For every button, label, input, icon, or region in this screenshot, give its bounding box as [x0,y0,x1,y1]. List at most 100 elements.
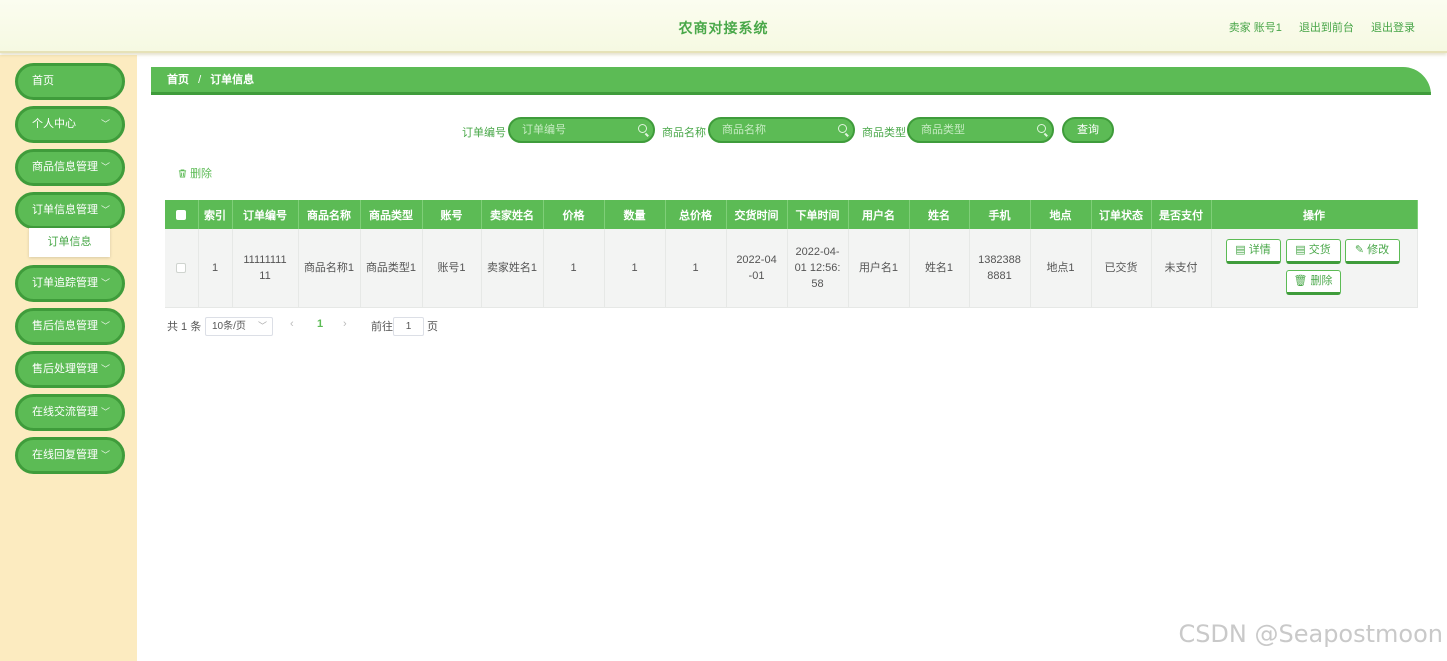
column-header: 卖家姓名 [481,200,544,229]
prev-page-button[interactable]: ‹ [290,318,294,330]
table-cell: 1 [543,229,605,308]
breadcrumb-current: 订单信息 [210,74,255,86]
table-cell: 商品类型1 [360,229,423,308]
column-header: 总价格 [665,200,727,229]
header-user-actions: 卖家 账号1 退出到前台 退出登录 [1229,19,1415,35]
delete-button[interactable]: 🗑︎ 删除 [1285,270,1341,295]
column-header: 订单状态 [1091,200,1152,229]
column-header: 地点 [1030,200,1092,229]
chevron-down-icon: ﹀ [100,321,110,331]
chevron-down-icon: ﹀ [100,407,110,417]
sidebar-item-label: 售后信息管理 [32,320,98,332]
sidebar-item-product-management[interactable]: 商品信息管理 ﹀ [15,149,125,186]
table-cell: 1111111111 [232,229,299,308]
order-no-label: 订单编号 [462,127,506,139]
sidebar-item-label: 首页 [32,75,54,87]
actions-cell: ▤ 详情 ▤ 交货 ✎ 修改 🗑︎ 删除 [1211,229,1418,308]
delete-label: 删除 [1310,275,1333,287]
row-checkbox[interactable] [176,263,187,274]
current-page-number[interactable]: 1 [317,318,323,330]
chevron-down-icon: ﹀ [100,364,110,374]
chevron-down-icon: ﹀ [257,321,267,331]
sidebar-subitem-order-info[interactable]: 订单信息 [29,228,110,257]
search-icon [1037,124,1046,133]
sidebar-item-order-tracking[interactable]: 订单追踪管理 ﹀ [15,265,125,302]
sidebar-item-order-management[interactable]: 订单信息管理 ﹀ [15,192,125,229]
chevron-down-icon: ﹀ [100,205,110,215]
next-page-button[interactable]: › [343,318,347,330]
table-cell: 商品名称1 [298,229,361,308]
deliver-button[interactable]: ▤ 交货 [1285,239,1341,264]
sidebar-item-label: 个人中心 [32,118,76,130]
table-cell: 1 [604,229,666,308]
column-header: 姓名 [909,200,970,229]
pencil-icon: ✎ [1354,244,1365,256]
column-header: 商品名称 [298,200,361,229]
sidebar-item-after-sales-info[interactable]: 售后信息管理 ﹀ [15,308,125,345]
batch-delete-button[interactable]: 删除 [178,165,212,181]
edit-button[interactable]: ✎ 修改 [1344,239,1400,264]
sidebar-item-personal-center[interactable]: 个人中心 ﹀ [15,106,125,143]
detail-label: 详情 [1248,244,1271,256]
chevron-down-icon: ﹀ [100,162,110,172]
table-cell: 1 [665,229,727,308]
table-cell: 2022-04-01 12:56:58 [787,229,849,308]
sidebar-item-online-reply[interactable]: 在线回复管理 ﹀ [15,437,125,474]
breadcrumb-home[interactable]: 首页 [167,74,189,86]
table-cell: 地点1 [1030,229,1092,308]
table-cell: 用户名1 [848,229,910,308]
search-icon [638,124,647,133]
chevron-down-icon: ﹀ [100,450,110,460]
column-header: 交货时间 [726,200,788,229]
page-size-select[interactable]: 10条/页 ﹀ [205,317,273,336]
watermark: CSDN @Seapostmoon [1178,620,1443,648]
column-header: 操作 [1211,200,1418,229]
column-header: 账号 [422,200,482,229]
row-select-cell [165,229,199,308]
search-icon [838,124,847,133]
current-user-label: 卖家 账号1 [1228,22,1282,34]
breadcrumb: 首页 / 订单信息 [151,67,1431,95]
sidebar-item-label: 订单信息管理 [32,204,98,216]
product-name-label: 商品名称 [662,127,706,139]
column-header: 数量 [604,200,666,229]
table-cell: 2022-04-01 [726,229,788,308]
page-size-value: 10条/页 [212,321,246,332]
order-no-input[interactable] [510,119,628,141]
edit-label: 修改 [1367,244,1390,256]
table-cell: 未支付 [1151,229,1212,308]
detail-button[interactable]: ▤ 详情 [1225,239,1281,264]
page-suffix: 页 [427,321,438,333]
sidebar-item-home[interactable]: 首页 [15,63,125,100]
trash-icon: 🗑︎ [1293,275,1308,287]
table-cell: 姓名1 [909,229,970,308]
sidebar-item-label: 在线交流管理 [32,406,98,418]
goto-page-input[interactable] [393,317,424,336]
document-icon: ▤ [1235,244,1246,256]
top-header: 农商对接系统 卖家 账号1 退出到前台 退出登录 [0,0,1447,53]
select-all-checkbox[interactable] [176,209,187,220]
sidebar-item-label: 在线回复管理 [32,449,98,461]
deliver-label: 交货 [1308,244,1331,256]
product-type-input[interactable] [909,119,1027,141]
select-all-cell [165,200,199,229]
sidebar-item-online-chat[interactable]: 在线交流管理 ﹀ [15,394,125,431]
product-name-input[interactable] [710,119,828,141]
trash-icon [178,169,187,178]
table-cell: 账号1 [422,229,482,308]
order-table: 索引 订单编号 商品名称 商品类型 账号 卖家姓名 价格 数量 总价格 交货时间… [165,200,1418,308]
sidebar-item-after-sales-handling[interactable]: 售后处理管理 ﹀ [15,351,125,388]
chevron-down-icon: ﹀ [100,119,110,129]
back-to-front-link[interactable]: 退出到前台 [1299,22,1354,34]
row-actions: ▤ 详情 ▤ 交货 ✎ 修改 🗑︎ 删除 [1212,229,1417,307]
column-header: 下单时间 [787,200,849,229]
product-name-search-box [708,117,855,143]
table-cell: 已交货 [1091,229,1152,308]
logout-link[interactable]: 退出登录 [1371,22,1415,34]
document-icon: ▤ [1295,244,1306,256]
table-cell: 13823888881 [969,229,1031,308]
chevron-down-icon: ﹀ [100,278,110,288]
table-cell: 1 [198,229,233,308]
table-header-row: 索引 订单编号 商品名称 商品类型 账号 卖家姓名 价格 数量 总价格 交货时间… [165,200,1418,229]
query-button[interactable]: 查询 [1062,117,1114,143]
